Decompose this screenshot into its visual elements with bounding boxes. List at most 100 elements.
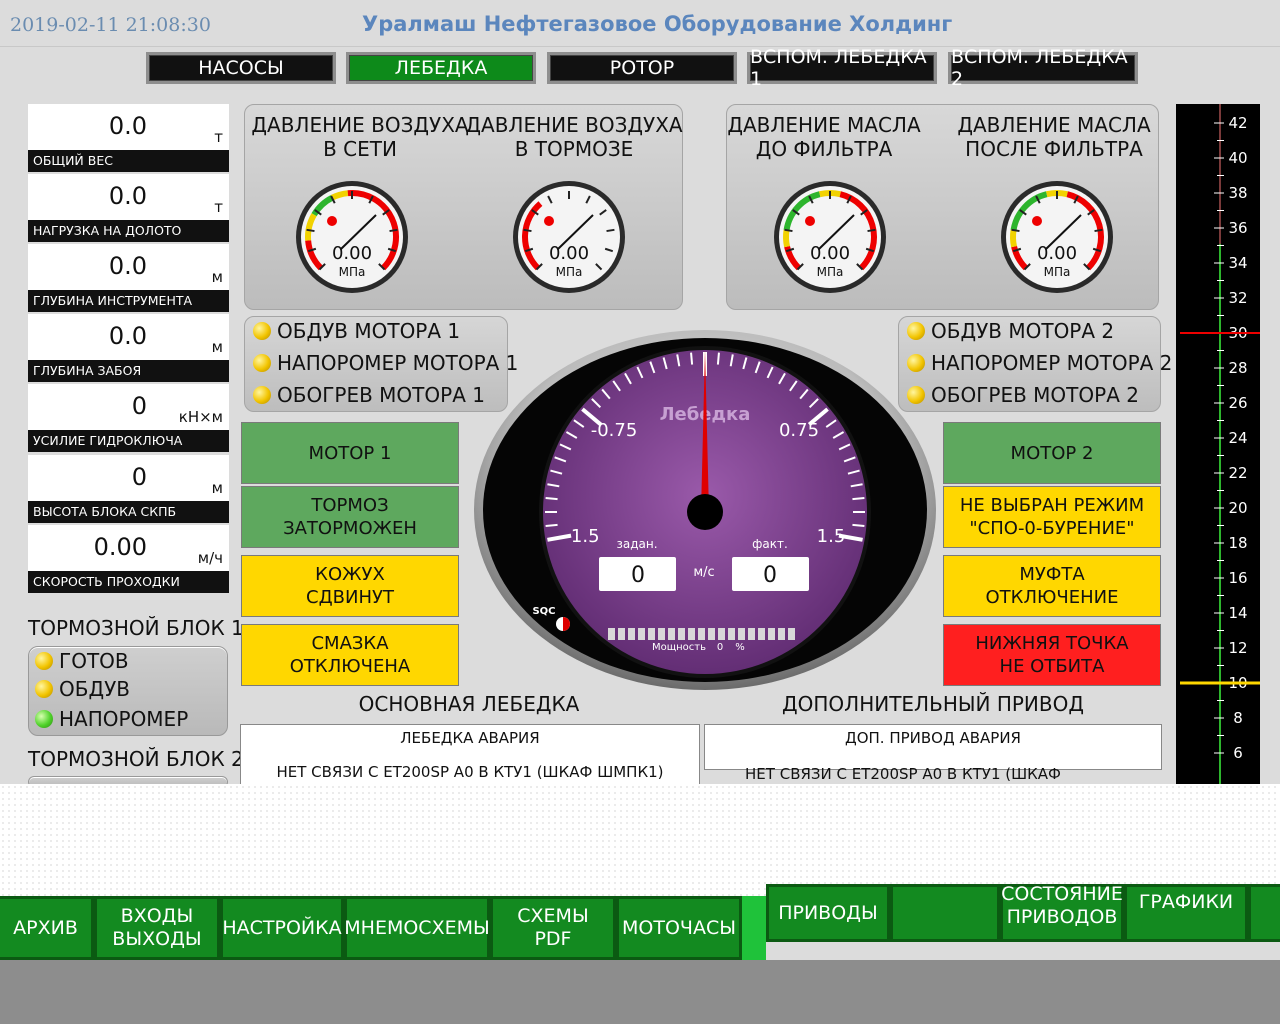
lamp-icon <box>253 386 271 404</box>
dial-unit: м/с <box>693 565 714 580</box>
brake-status-blow: ОБДУВ <box>35 677 130 701</box>
timestamp: 2019-02-11 21:08:30 <box>10 14 211 36</box>
lamp-icon <box>35 652 53 670</box>
readout-value: 0.0 <box>108 322 147 350</box>
motor-1-status-panel: ОБДУВ МОТОРА 1 НАПОРОМЕР МОТОРА 1 ОБОГРЕ… <box>244 316 518 412</box>
status-label: ГОТОВ <box>59 649 129 673</box>
alarm-title: ЛЕБЕДКА АВАРИЯ <box>400 729 540 747</box>
scale-label: 42 <box>1228 114 1247 132</box>
dial-power-label: Мощность <box>652 642 706 653</box>
readout-label: УСИЛИЕ ГИДРОКЛЮЧА <box>28 430 229 452</box>
gauge-title: ДАВЛЕНИЕ МАСЛА ПОСЛЕ ФИЛЬТРА <box>957 113 1151 161</box>
motor-1-button[interactable]: МОТОР 1 <box>241 422 459 484</box>
tab-aux-winch-2[interactable]: ВСПОМ. ЛЕБЕДКА 2 <box>948 46 1138 90</box>
motor-2-heating: ОБОГРЕВ МОТОРА 2 <box>907 383 1139 407</box>
oil-pressure-panel: ДАВЛЕНИЕ МАСЛА ДО ФИЛЬТРА ДАВЛЕНИЕ МАСЛА П… <box>726 104 1159 310</box>
readout-label: НАГРУЗКА НА ДОЛОТО <box>28 220 229 242</box>
bottom-background <box>0 960 1280 1024</box>
tab-rotor[interactable]: РОТОР <box>547 52 737 84</box>
archive-button[interactable]: АРХИВ <box>0 896 94 960</box>
readout-hole-depth: 0.0 м ГЛУБИНА ЗАБОЯ <box>28 314 229 382</box>
brake-block-2-title: ТОРМОЗНОЙ БЛОК 2 <box>28 747 244 771</box>
lamp-icon <box>253 354 271 372</box>
nav-button-edge[interactable] <box>1248 884 1280 942</box>
motor-1-blow: ОБДУВ МОТОРА 1 <box>253 319 460 343</box>
motor-1-heating: ОБОГРЕВ МОТОРА 1 <box>253 383 485 407</box>
dial-power-unit: % <box>735 642 745 653</box>
graphs-button[interactable]: ГРАФИКИ <box>1124 884 1248 942</box>
gauge-value: 0.00 <box>548 243 590 264</box>
alarm-message: НЕТ СВЯЗИ С ET200SP A0 В КТУ1 (ШКАФ <box>745 765 1061 783</box>
tab-pumps[interactable]: НАСОСЫ <box>146 52 336 84</box>
readout-label: ОБЩИЙ ВЕС <box>28 150 229 172</box>
gauge-title: ДАВЛЕНИЕ МАСЛА ДО ФИЛЬТРА <box>727 113 921 161</box>
mnemonics-button[interactable]: МНЕМОСХЕМЫ <box>344 896 490 960</box>
readout-value: 0.0 <box>108 182 147 210</box>
scale-label: 22 <box>1228 464 1247 482</box>
aux-drive-title: ДОПОЛНИТЕЛЬНЫЙ ПРИВОД <box>782 692 1084 716</box>
motor-2-blow: ОБДУВ МОТОРА 2 <box>907 319 1114 343</box>
readout-value: 0.0 <box>108 112 147 140</box>
readout-value: 0.00 <box>93 533 147 561</box>
scale-label: 36 <box>1228 219 1247 237</box>
drawworks-speed-dial: Лебедка -0.75 0.75 -1.5 1.5 задан. факт.… <box>474 330 936 690</box>
inputs-outputs-button[interactable]: ВХОДЫ ВЫХОДЫ <box>94 896 220 960</box>
scale-label: 24 <box>1228 429 1247 447</box>
readout-label: ГЛУБИНА ИНСТРУМЕНТА <box>28 290 229 312</box>
brake-engaged-status: ТОРМОЗ ЗАТОРМОЖЕН <box>241 486 459 548</box>
scale-label: 40 <box>1228 149 1247 167</box>
readout-unit: м <box>211 338 223 356</box>
readout-tool-depth: 0.0 м ГЛУБИНА ИНСТРУМЕНТА <box>28 244 229 312</box>
tab-drawworks[interactable]: ЛЕБЕДКА <box>346 52 536 84</box>
scale-label: 28 <box>1228 359 1247 377</box>
lamp-icon <box>35 680 53 698</box>
gauge-unit: МПа <box>816 265 844 279</box>
motor-hours-button[interactable]: МОТОЧАСЫ <box>616 896 742 960</box>
dial-tick-label: 0.75 <box>779 420 819 441</box>
dial-fact-label: факт. <box>752 537 788 551</box>
lamp-icon <box>35 710 53 728</box>
scale-label: 8 <box>1233 709 1243 727</box>
gauge-oil-after-filter: 0.00 МПа <box>1001 181 1113 293</box>
readout-value: 0 <box>131 392 147 420</box>
brake-status-pressure: НАПОРОМЕР <box>35 707 188 731</box>
aux-alarm-box: ДОП. ПРИВОД АВАРИЯ НЕТ СВЯЗИ С ET200SP A… <box>704 724 1162 783</box>
glitch-block <box>742 896 766 960</box>
dial-tick-label: 1.5 <box>817 526 846 547</box>
cover-shifted-status: КОЖУХ СДВИНУТ <box>241 555 459 617</box>
scale-label: 18 <box>1228 534 1247 552</box>
dial-power-value: 0 <box>717 642 723 653</box>
readout-unit: м <box>211 479 223 497</box>
scale-label: 26 <box>1228 394 1247 412</box>
status-label: НАПОРОМЕР <box>59 707 189 731</box>
drives-button[interactable]: ПРИВОДЫ <box>766 884 890 942</box>
gauge-air-network: 0.00 МПа <box>296 181 408 293</box>
gauge-title: ДАВЛЕНИЕ ВОЗДУХА В СЕТИ <box>251 113 469 161</box>
dial-brand: SQC <box>532 606 555 617</box>
gauge-unit: МПа <box>1043 265 1071 279</box>
brake-block-1-title: ТОРМОЗНОЙ БЛОК 1 <box>28 616 244 640</box>
scale-label: 38 <box>1228 184 1247 202</box>
readout-unit: кН×м <box>178 408 223 426</box>
readout-tong-torque: 0 кН×м УСИЛИЕ ГИДРОКЛЮЧА <box>28 384 229 452</box>
dial-fact-value: 0 <box>763 563 777 588</box>
readout-unit: т <box>214 128 223 146</box>
brake-status-ready: ГОТОВ <box>35 649 129 673</box>
gauge-title: ДАВЛЕНИЕ ВОЗДУХА В ТОРМОЗЕ <box>465 113 683 161</box>
page-title: Уралмаш Нефтегазовое Оборудование Холдин… <box>362 12 953 36</box>
tab-aux-winch-1[interactable]: ВСПОМ. ЛЕБЕДКА 1 <box>747 46 937 90</box>
main-alarm-box: ЛЕБЕДКА АВАРИЯ НЕТ СВЯЗИ С ET200SP A0 В … <box>240 724 700 786</box>
motor-2-button[interactable]: МОТОР 2 <box>943 422 1161 484</box>
dial-set-value: 0 <box>631 563 645 588</box>
pdf-schemes-button[interactable]: СХЕМЫ PDF <box>490 896 616 960</box>
settings-button[interactable]: НАСТРОЙКА <box>220 896 344 960</box>
readout-rop: 0.00 м/ч СКОРОСТЬ ПРОХОДКИ <box>28 525 229 593</box>
gauge-value: 0.00 <box>331 243 373 264</box>
drive-state-button[interactable]: СОСТОЯНИЕ ПРИВОДОВ <box>1000 883 1124 942</box>
blank-nav-button[interactable] <box>890 884 1000 942</box>
scale-label: 32 <box>1228 289 1247 307</box>
readout-value: 0.0 <box>108 252 147 280</box>
readout-bit-load: 0.0 т НАГРУЗКА НА ДОЛОТО <box>28 174 229 242</box>
dial-set-label: задан. <box>616 537 657 551</box>
clutch-off-status: МУФТА ОТКЛЮЧЕНИЕ <box>943 555 1161 617</box>
